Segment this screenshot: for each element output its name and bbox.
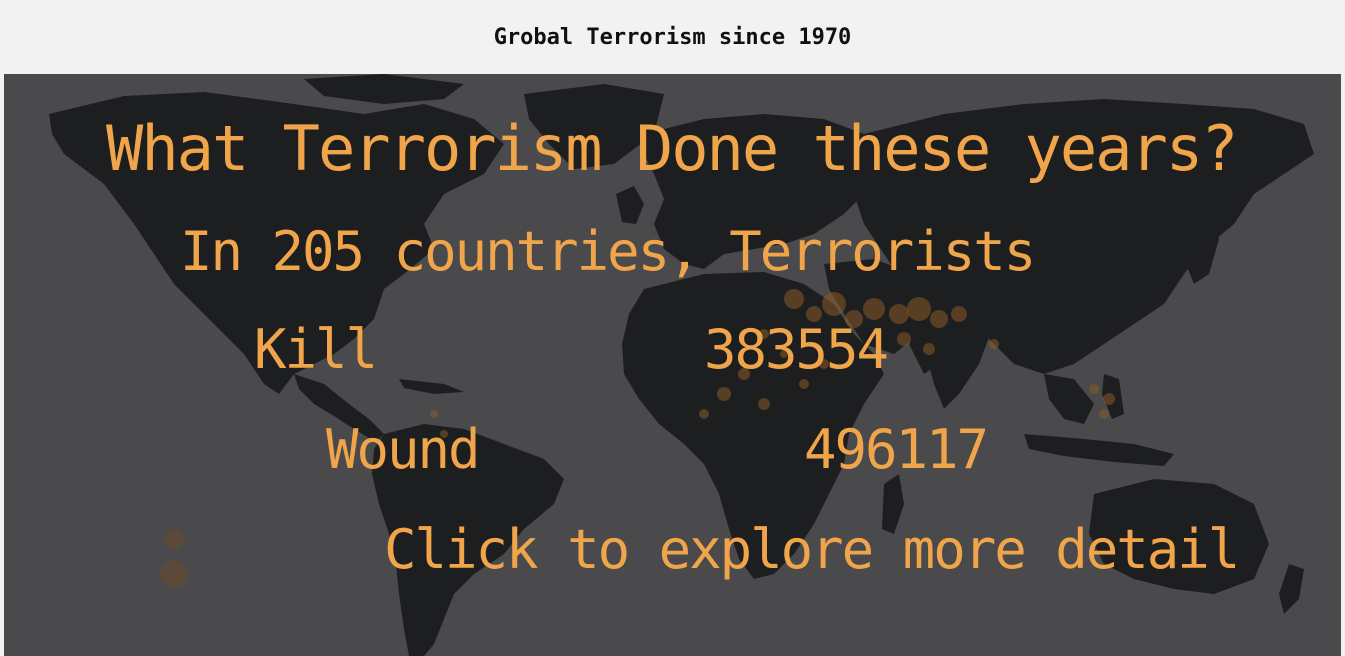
caribbean-shape: [399, 379, 464, 394]
explore-link[interactable]: Click to explore more detail: [384, 518, 1240, 581]
page-header: Grobal Terrorism since 1970: [0, 0, 1345, 74]
uk-shape: [616, 186, 644, 224]
arctic-islands-shape: [304, 74, 464, 104]
wound-count: 496117: [804, 418, 989, 481]
hero-question: What Terrorism Done these years?: [106, 112, 1238, 185]
countries-summary: In 205 countries, Terrorists: [180, 220, 1036, 283]
kill-count: 383554: [704, 318, 889, 381]
world-map-panel[interactable]: What Terrorism Done these years? In 205 …: [4, 74, 1341, 656]
southeast-asia-shape: [1044, 374, 1094, 424]
wound-label: Wound: [326, 418, 481, 481]
kill-label: Kill: [254, 318, 378, 381]
page-title: Grobal Terrorism since 1970: [493, 24, 852, 50]
new-zealand-shape: [1279, 564, 1304, 614]
indonesia-shape: [1024, 434, 1174, 466]
